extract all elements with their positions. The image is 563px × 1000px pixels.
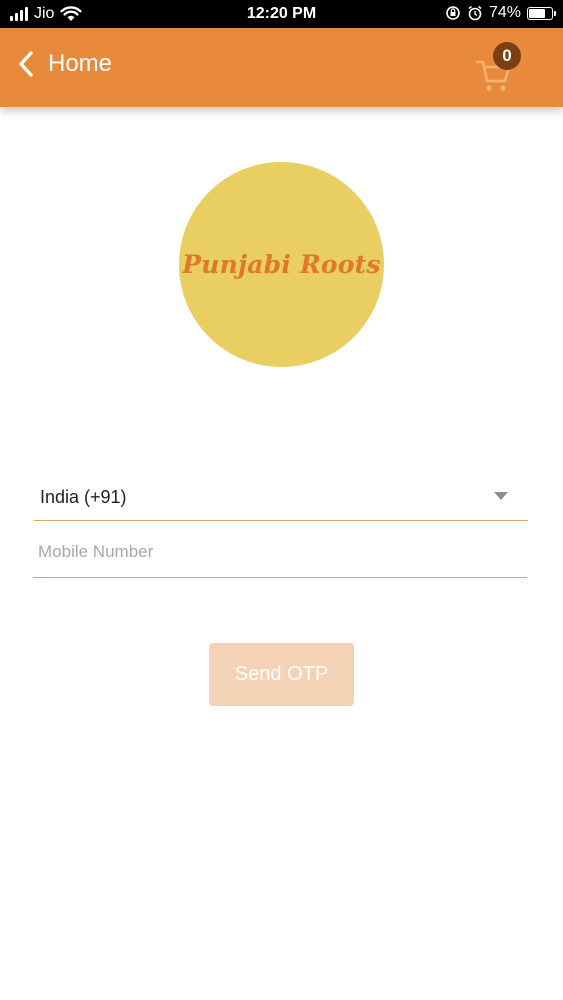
chevron-left-icon (19, 51, 33, 77)
cart-count-badge: 0 (493, 42, 521, 70)
alarm-icon (468, 5, 482, 21)
orientation-lock-icon (446, 6, 460, 20)
country-code-value: India (+91) (40, 487, 127, 507)
country-code-select[interactable]: India (+91) (34, 473, 528, 521)
cart-button[interactable]: 0 (475, 42, 527, 94)
status-bar: Jio 12:20 PM 74% (0, 0, 563, 28)
dropdown-arrow-icon (494, 492, 508, 500)
back-button[interactable]: Home (18, 50, 112, 78)
back-title: Home (48, 50, 113, 77)
status-right: 74% (445, 4, 556, 22)
battery-level-fill (529, 8, 546, 18)
battery-icon (527, 6, 556, 20)
logo-text: Punjabi Roots (182, 250, 381, 279)
brand-logo: Punjabi Roots (179, 162, 384, 367)
send-otp-button[interactable]: Send OTP (209, 643, 354, 706)
battery-percent: 74% (488, 4, 521, 21)
app-header: Home 0 (0, 28, 563, 107)
mobile-number-field (33, 530, 527, 578)
mobile-number-input[interactable] (38, 542, 518, 562)
